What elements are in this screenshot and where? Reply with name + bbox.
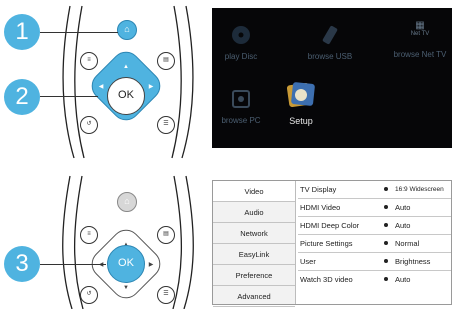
setting-row[interactable]: Picture Settings Normal <box>298 235 451 253</box>
category-audio[interactable]: Audio <box>213 202 295 223</box>
home-item-label: browse Net TV <box>393 50 447 59</box>
options-button[interactable]: ▤ <box>157 226 175 244</box>
disc-menu-button[interactable]: ≡ <box>80 226 98 244</box>
net-tv-icon-text: Net TV <box>410 31 430 37</box>
home-item-label: Setup <box>289 116 313 126</box>
home-item-play-disc[interactable]: play Disc <box>216 24 266 61</box>
bullet-icon <box>384 241 388 245</box>
ok-button-bottom[interactable]: OK <box>107 245 145 283</box>
category-video[interactable]: Video <box>213 181 295 202</box>
list-button[interactable]: ☰ <box>157 286 175 304</box>
setting-value: Auto <box>395 221 411 230</box>
setting-value: Brightness <box>395 257 431 266</box>
home-item-browse-pc[interactable]: browse PC <box>216 88 266 125</box>
net-tv-icon: ▦ Net TV <box>410 20 430 38</box>
settings-menu: Video Audio Network EasyLink Preference … <box>212 180 452 307</box>
setting-value: 16:9 Widescreen <box>395 186 444 193</box>
home-item-browse-usb[interactable]: browse USB <box>300 24 360 61</box>
home-button[interactable]: ⌂ <box>117 192 137 212</box>
setting-row[interactable]: HDMI Video Auto <box>298 199 451 217</box>
setting-value: Normal <box>395 239 420 248</box>
setting-label: HDMI Deep Color <box>300 221 360 230</box>
home-item-browse-net-tv[interactable]: ▦ Net TV browse Net TV <box>390 20 450 60</box>
category-network[interactable]: Network <box>213 223 295 244</box>
bullet-icon <box>384 223 388 227</box>
setting-value: Auto <box>395 275 411 284</box>
usb-icon <box>322 25 338 45</box>
step-badge-3: 3 <box>4 246 40 282</box>
category-preference[interactable]: Preference <box>213 265 295 286</box>
setting-label: Picture Settings <box>300 239 353 248</box>
home-screen: play Disc browse USB ▦ Net TV browse Net… <box>212 8 452 148</box>
setting-row[interactable]: TV Display 16:9 Widescreen <box>298 181 451 199</box>
settings-rows: TV Display 16:9 Widescreen HDMI Video Au… <box>298 181 451 304</box>
disc-icon <box>232 26 250 44</box>
home-item-setup[interactable]: Setup <box>276 80 326 126</box>
back-button[interactable]: ↺ <box>80 286 98 304</box>
svg-text:▶: ▶ <box>149 262 154 268</box>
bullet-icon <box>384 205 388 209</box>
setting-label: TV Display <box>300 185 337 194</box>
svg-text:▼: ▼ <box>123 285 129 291</box>
home-item-label: browse USB <box>307 52 353 61</box>
bullet-icon <box>384 187 388 191</box>
bullet-icon <box>384 277 388 281</box>
setting-value: Auto <box>395 203 411 212</box>
pc-icon <box>232 90 250 108</box>
bullet-icon <box>384 259 388 263</box>
step-3-pointer <box>40 264 106 265</box>
setup-icon <box>286 82 315 108</box>
home-item-label: play Disc <box>224 52 258 61</box>
home-item-label: browse PC <box>221 116 261 125</box>
settings-category-list: Video Audio Network EasyLink Preference … <box>213 181 296 307</box>
category-easylink[interactable]: EasyLink <box>213 244 295 265</box>
setting-label: User <box>300 257 316 266</box>
svg-text:◀: ◀ <box>99 262 104 268</box>
setting-row[interactable]: User Brightness <box>298 253 451 271</box>
setting-row[interactable]: HDMI Deep Color Auto <box>298 217 451 235</box>
setting-label: Watch 3D video <box>300 275 353 284</box>
setting-row[interactable]: Watch 3D video Auto <box>298 271 451 288</box>
setting-label: HDMI Video <box>300 203 341 212</box>
category-advanced[interactable]: Advanced <box>213 286 295 307</box>
